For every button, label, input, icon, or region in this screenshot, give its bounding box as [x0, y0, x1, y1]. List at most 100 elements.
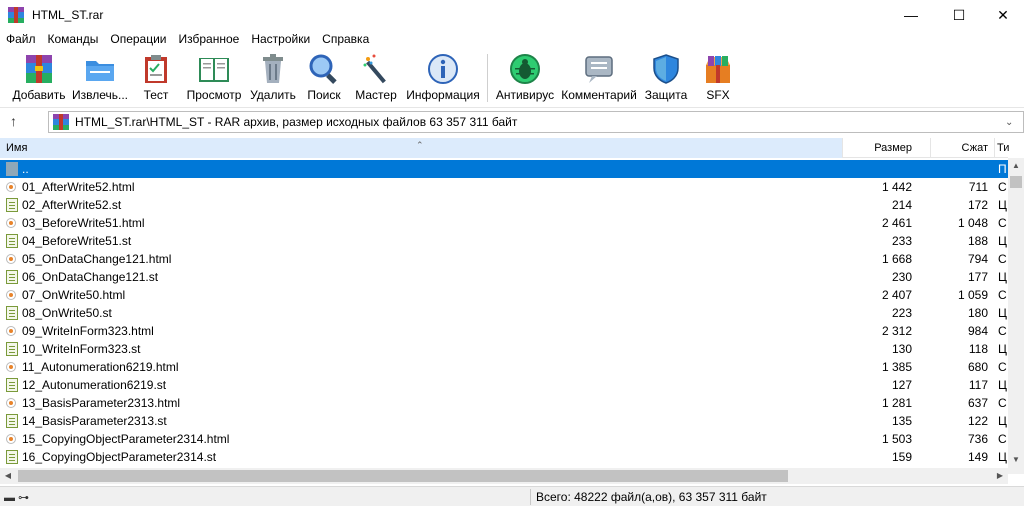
file-type: С [998, 288, 1007, 302]
sfx-button[interactable]: SFX [698, 52, 738, 104]
parent-folder-icon [6, 162, 18, 176]
find-label: Поиск [307, 88, 341, 102]
file-packed-size: 1 059 [957, 288, 988, 302]
file-type: П [998, 162, 1007, 176]
add-label: Добавить [12, 88, 66, 102]
info-button[interactable]: Информация [406, 52, 480, 104]
protect-button[interactable]: Защита [644, 52, 688, 104]
menu-operations[interactable]: Операции [104, 32, 172, 46]
file-row[interactable]: 06_OnDataChange121.st 230 177 Ц [0, 268, 1008, 286]
wizard-wand-icon [359, 52, 393, 86]
delete-button[interactable]: Удалить [250, 52, 296, 104]
file-row[interactable]: 07_OnWrite50.html 2 407 1 059 С [0, 286, 1008, 304]
test-label: Тест [143, 88, 169, 102]
file-packed-size: 680 [967, 360, 988, 374]
file-name: 11_Autonumeration6219.html [22, 360, 179, 374]
extract-button[interactable]: Извлечь... [70, 52, 130, 104]
delete-label: Удалить [250, 88, 296, 102]
file-row[interactable]: 04_BeforeWrite51.st 233 188 Ц [0, 232, 1008, 250]
file-name: 06_OnDataChange121.st [22, 270, 159, 284]
file-type: С [998, 216, 1007, 230]
menu-commands[interactable]: Команды [42, 32, 105, 46]
file-row[interactable]: 03_BeforeWrite51.html 2 461 1 048 С [0, 214, 1008, 232]
file-packed-size: 711 [968, 180, 988, 194]
find-button[interactable]: Поиск [305, 52, 343, 104]
file-row[interactable]: 05_OnDataChange121.html 1 668 794 С [0, 250, 1008, 268]
html-file-icon [6, 326, 16, 336]
archive-icon [53, 114, 69, 130]
view-button[interactable]: Просмотр [186, 52, 242, 104]
html-file-icon [6, 218, 16, 228]
menu-file[interactable]: Файл [0, 32, 42, 46]
parent-folder-row[interactable]: .. П [0, 160, 1008, 178]
file-row[interactable]: 12_Autonumeration6219.st 127 117 Ц [0, 376, 1008, 394]
column-header-type[interactable]: Ти [994, 138, 1009, 158]
file-row[interactable]: 13_BasisParameter2313.html 1 281 637 С [0, 394, 1008, 412]
file-size: 2 407 [881, 288, 912, 302]
file-row[interactable]: 01_AfterWrite52.html 1 442 711 С [0, 178, 1008, 196]
st-file-icon [6, 450, 18, 464]
horizontal-scroll-thumb[interactable] [18, 470, 788, 482]
wizard-button[interactable]: Мастер [354, 52, 398, 104]
drive-key-icon[interactable]: ▬ ⊶ [4, 491, 29, 504]
file-row[interactable]: 15_CopyingObjectParameter2314.html 1 503 7… [0, 430, 1008, 448]
trash-icon [256, 52, 290, 86]
file-name: 13_BasisParameter2313.html [22, 396, 181, 410]
column-header-size[interactable]: Размер [842, 138, 930, 158]
menu-help[interactable]: Справка [316, 32, 375, 46]
close-button[interactable]: ✕ [980, 0, 1024, 30]
file-row[interactable]: 14_BasisParameter2313.st 135 122 Ц [0, 412, 1008, 430]
address-path-text: HTML_ST.rar\HTML_ST - RAR архив, размер … [75, 115, 518, 129]
chevron-down-icon[interactable]: ⌄ [1005, 117, 1023, 128]
maximize-button[interactable]: ☐ [936, 0, 982, 30]
file-name: 04_BeforeWrite51.st [22, 234, 132, 248]
st-file-icon [6, 414, 18, 428]
column-name-label: Имя [6, 142, 28, 154]
vertical-scroll-thumb[interactable] [1010, 176, 1022, 188]
column-header-packed[interactable]: Сжат [930, 138, 990, 158]
up-arrow-icon[interactable]: ↑ [10, 113, 26, 129]
extract-folder-icon [83, 52, 117, 86]
file-name: 05_OnDataChange121.html [22, 252, 172, 266]
file-type: С [998, 252, 1007, 266]
file-packed-size: 117 [968, 378, 988, 392]
scroll-left-icon[interactable]: ◀ [0, 468, 16, 484]
file-type: С [998, 360, 1007, 374]
scroll-up-icon[interactable]: ▲ [1008, 158, 1024, 174]
file-row[interactable]: 08_OnWrite50.st 223 180 Ц [0, 304, 1008, 322]
file-packed-size: 149 [967, 450, 988, 464]
file-row[interactable]: 09_WriteInForm323.html 2 312 984 С [0, 322, 1008, 340]
html-file-icon [6, 434, 16, 444]
st-file-icon [6, 306, 18, 320]
scroll-down-icon[interactable]: ▼ [1008, 452, 1024, 468]
file-row[interactable]: 10_WriteInForm323.st 130 118 Ц [0, 340, 1008, 358]
file-size: 135 [891, 414, 912, 428]
menu-settings[interactable]: Настройки [245, 32, 316, 46]
menu-bar: Файл Команды Операции Избранное Настройк… [0, 30, 1024, 48]
file-size: 159 [891, 450, 912, 464]
window-title: HTML_ST.rar [32, 8, 104, 22]
column-header-name[interactable]: Имя ⌃ [0, 138, 842, 158]
scroll-right-icon[interactable]: ▶ [992, 468, 1008, 484]
minimize-button[interactable]: — [888, 0, 934, 30]
toolbar-separator [487, 54, 488, 102]
file-row[interactable]: 16_CopyingObjectParameter2314.st 159 149 Ц [0, 448, 1008, 466]
file-row[interactable]: 02_AfterWrite52.st 214 172 Ц [0, 196, 1008, 214]
add-button[interactable]: Добавить [10, 52, 68, 104]
test-button[interactable]: Тест [138, 52, 174, 104]
list-header: Имя ⌃ Размер Сжат Ти [0, 138, 1009, 158]
html-file-icon [6, 290, 16, 300]
file-packed-size: 122 [967, 414, 988, 428]
menu-favorites[interactable]: Избранное [173, 32, 246, 46]
file-row[interactable]: 11_Autonumeration6219.html 1 385 680 С [0, 358, 1008, 376]
antivirus-button[interactable]: Антивирус [496, 52, 554, 104]
file-packed-size: 794 [967, 252, 988, 266]
vertical-scrollbar[interactable]: ▲ ▼ [1008, 158, 1024, 474]
comment-icon [582, 52, 616, 86]
file-type: Ц [998, 450, 1007, 464]
horizontal-scrollbar[interactable]: ◀ ▶ [0, 468, 1008, 484]
file-name: 03_BeforeWrite51.html [22, 216, 145, 230]
comment-button[interactable]: Комментарий [561, 52, 637, 104]
file-packed-size: 637 [967, 396, 988, 410]
address-path-field[interactable]: HTML_ST.rar\HTML_ST - RAR архив, размер … [48, 111, 1024, 133]
